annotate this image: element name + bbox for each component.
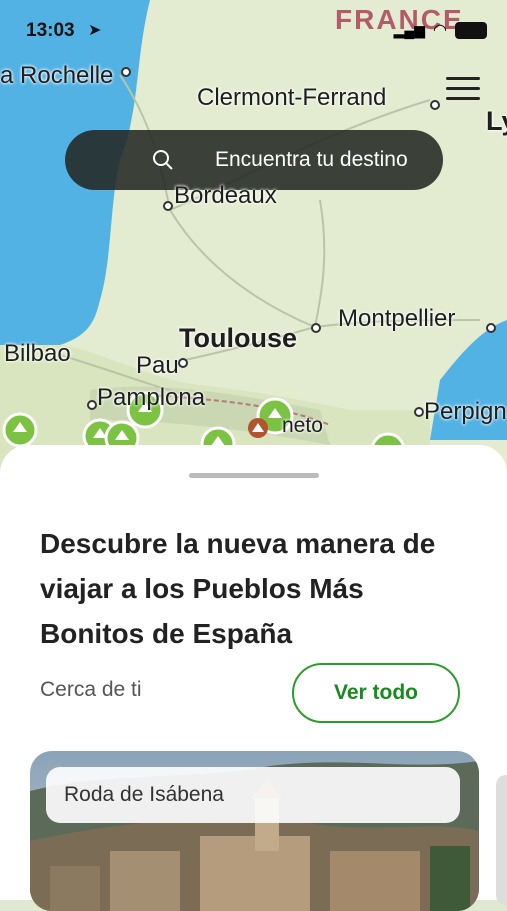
search-bar[interactable]: Encuentra tu destino	[65, 130, 443, 190]
status-bar: 13:03 ➤ ▂▄▆ ◠	[0, 0, 507, 60]
city-dot	[121, 67, 131, 77]
hamburger-icon	[446, 77, 480, 100]
city-dot	[430, 100, 440, 110]
location-arrow-icon: ➤	[88, 22, 102, 39]
signal-icon: ▂▄▆	[393, 21, 426, 38]
next-card-peek[interactable]	[496, 775, 507, 905]
map-label-montpellier: Montpellier	[338, 305, 456, 332]
city-dot	[178, 358, 188, 368]
map-label-aneto: neto	[282, 414, 323, 437]
city-dot	[486, 323, 496, 333]
map-label-bilbao: Bilbao	[4, 340, 71, 367]
map-label-toulouse: Toulouse	[179, 323, 297, 353]
status-icons: ▂▄▆ ◠	[394, 20, 487, 40]
city-dot	[87, 400, 97, 410]
pueblo-card-label: Roda de Isábena	[46, 767, 460, 823]
sheet-headline: Descubre la nueva manera de viajar a los…	[40, 528, 436, 649]
status-time: 13:03	[26, 20, 75, 41]
city-dot	[163, 201, 173, 211]
pueblo-card-title: Roda de Isábena	[64, 783, 224, 806]
near-you-label: Cerca de ti	[40, 678, 142, 701]
map-label-bordeaux: Bordeaux	[174, 182, 277, 209]
menu-button[interactable]	[446, 77, 482, 103]
sheet-drag-handle[interactable]	[189, 473, 319, 478]
pueblo-marker[interactable]	[2, 412, 38, 448]
map-label-pamplona: Pamplona	[97, 384, 206, 411]
map-view[interactable]: FRANCE 13:03 ➤ ▂▄▆ ◠ a Rochelle Clermont…	[0, 0, 507, 520]
map-label-la-rochelle: a Rochelle	[0, 62, 114, 89]
city-dot	[311, 323, 321, 333]
map-label-lyon: Ly	[486, 106, 507, 136]
city-dot	[414, 407, 424, 417]
map-label-pau: Pau	[136, 352, 179, 379]
map-label-perpignan: Perpign	[424, 398, 507, 425]
view-all-button[interactable]: Ver todo	[292, 663, 460, 723]
search-icon	[153, 150, 173, 170]
bottom-sheet[interactable]: Descubre la nueva manera de viajar a los…	[0, 445, 507, 911]
search-placeholder: Encuentra tu destino	[215, 148, 408, 171]
map-label-clermont: Clermont-Ferrand	[197, 84, 387, 111]
battery-icon	[455, 21, 487, 39]
pueblo-card[interactable]: Roda de Isábena	[30, 751, 479, 911]
wifi-icon: ◠	[433, 22, 447, 39]
